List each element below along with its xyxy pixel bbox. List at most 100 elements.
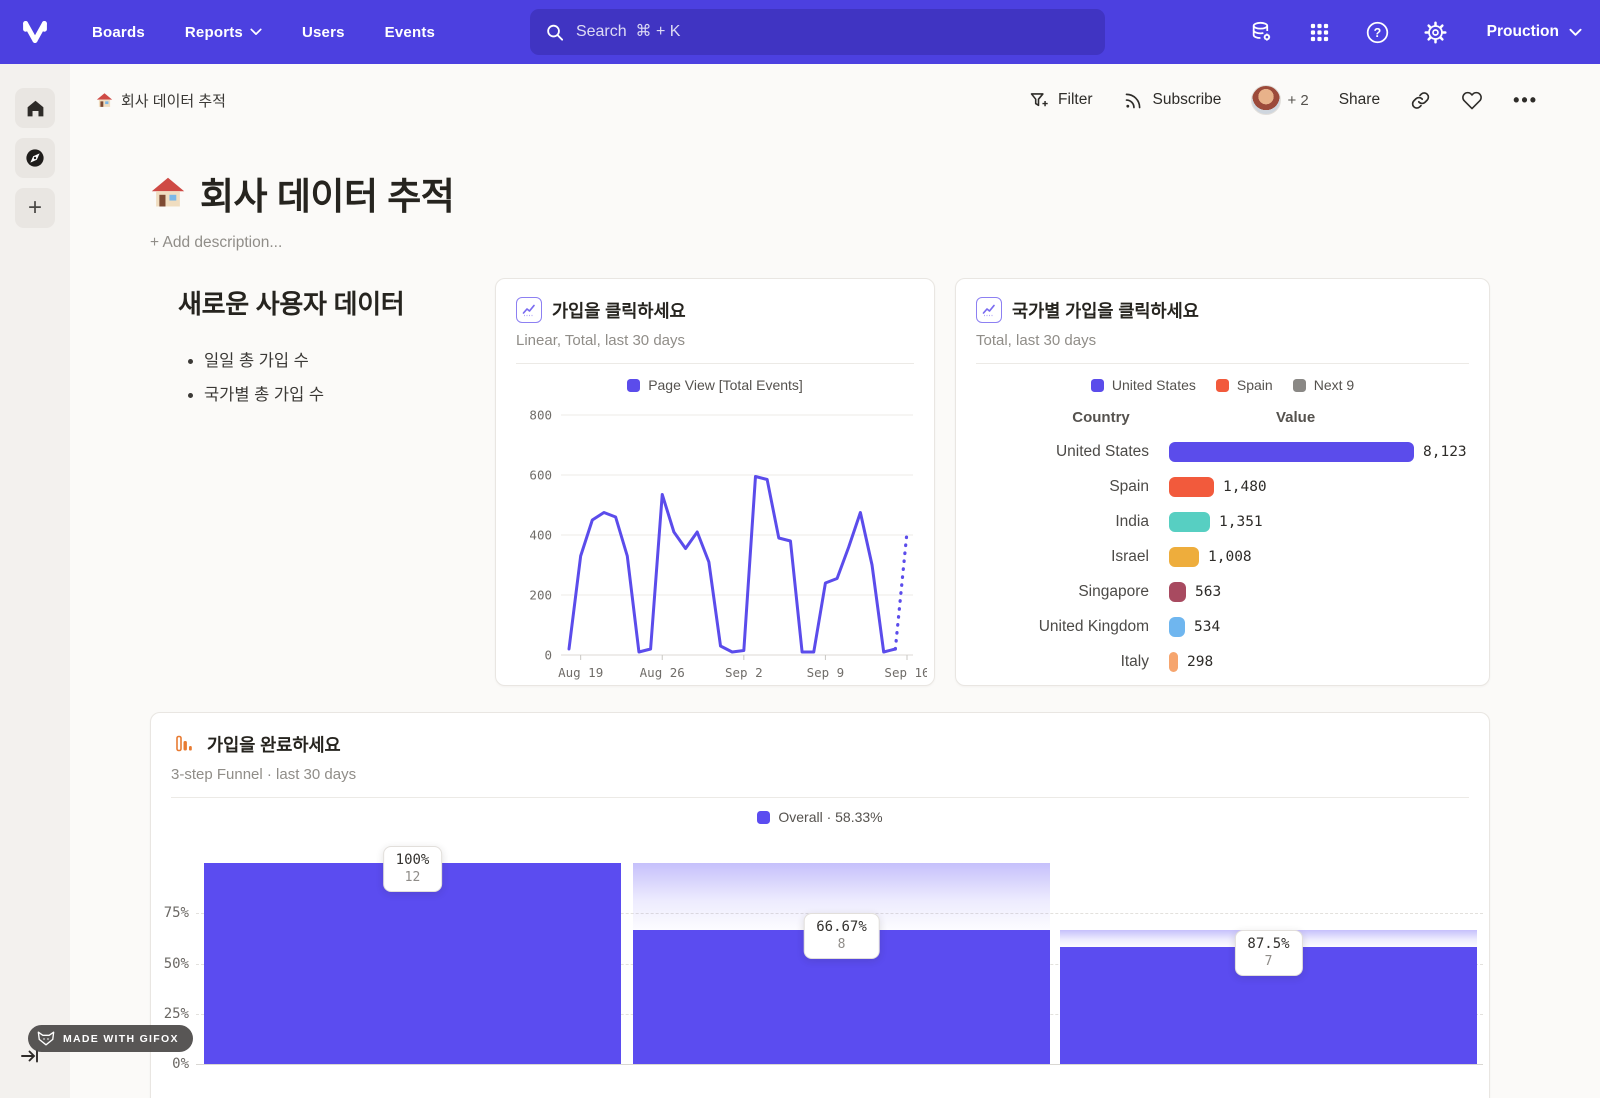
nav-item-reports[interactable]: Reports — [185, 24, 262, 41]
search-input[interactable] — [576, 23, 1089, 41]
nav-item-label: Boards — [92, 24, 145, 41]
breadcrumb-label: 회사 데이터 추적 — [121, 90, 226, 111]
value-label: 1,480 — [1223, 479, 1267, 495]
user-count: 7 — [1247, 954, 1289, 969]
bar-list: United States8,123 Spain 1,480 India1,351Is… — [956, 434, 1489, 686]
page-title[interactable]: 회사 데이터 추적 — [150, 166, 454, 220]
copy-link-button[interactable] — [1410, 90, 1431, 111]
chart-legend: Page View [Total Events] — [496, 377, 934, 393]
sidebar-item-add[interactable]: + — [15, 188, 55, 228]
add-description[interactable]: + Add description... — [150, 234, 454, 252]
nav-item-label: Reports — [185, 24, 243, 41]
country-label: Spain — [956, 478, 1149, 496]
bar-row-united-kingdom[interactable]: United Kingdom534 — [956, 609, 1489, 644]
data-management-icon[interactable] — [1249, 19, 1275, 45]
sidebar-item-discover[interactable] — [15, 138, 55, 178]
top-nav: Boards Reports Users Events — [0, 0, 1600, 64]
value-bar — [1169, 477, 1214, 497]
nav-item-events[interactable]: Events — [385, 24, 435, 41]
card-header: 가입을 클릭하세요 Linear, Total, last 30 days — [496, 279, 934, 364]
text-widget-heading: 새로운 사용자 데이터 — [178, 284, 468, 321]
line-chart-icon — [516, 297, 542, 323]
y-axis-label: 50% — [153, 956, 189, 972]
gridline — [196, 1064, 1483, 1065]
text-widget-list: 일일 총 가입 수국가별 총 가입 수 — [178, 347, 468, 405]
user-count: 8 — [816, 937, 867, 952]
apps-grid-icon[interactable] — [1307, 19, 1333, 45]
nav-item-users[interactable]: Users — [302, 24, 345, 41]
help-icon[interactable]: ? — [1365, 19, 1391, 45]
legend-swatch — [1091, 379, 1104, 392]
value-label: 298 — [1187, 654, 1213, 670]
legend-entry[interactable]: Page View [Total Events] — [627, 377, 803, 393]
page-title-text: 회사 데이터 추적 — [200, 166, 454, 220]
filter-button[interactable]: Filter — [1028, 90, 1092, 111]
conversion-pct: 100% — [396, 852, 430, 868]
favorite-button[interactable] — [1461, 90, 1483, 111]
funnel-bar-step-1[interactable] — [204, 863, 621, 1064]
mixpanel-logo[interactable] — [0, 17, 70, 47]
nav-items: Boards Reports Users Events — [92, 24, 435, 41]
bar-row-italy[interactable]: Italy298 — [956, 644, 1489, 679]
value-label: 1,008 — [1208, 549, 1252, 565]
text-widget[interactable]: 새로운 사용자 데이터 일일 총 가입 수국가별 총 가입 수 — [178, 284, 468, 415]
svg-text:Aug 26: Aug 26 — [640, 665, 685, 680]
breadcrumb[interactable]: 회사 데이터 추적 — [96, 90, 226, 111]
gifox-watermark: MADE WITH GIFOX — [28, 1025, 193, 1052]
value-label: 563 — [1195, 584, 1221, 600]
card-funnel[interactable]: 가입을 완료하세요 3-step Funnel · last 30 days O… — [150, 712, 1490, 1098]
country-label: India — [956, 513, 1149, 531]
left-rail: + — [0, 64, 70, 1098]
card-country-bars[interactable]: 국가별 가입을 클릭하세요 Total, last 30 days United… — [955, 278, 1490, 686]
bar-row-singapore[interactable]: Singapore 563 — [956, 574, 1489, 609]
board-members[interactable]: + 2 — [1251, 85, 1308, 115]
value-bar — [1169, 652, 1178, 672]
line-chart-icon — [976, 297, 1002, 323]
share-button[interactable]: Share — [1339, 91, 1380, 109]
more-options-icon[interactable]: ••• — [1513, 90, 1538, 111]
y-axis-label: 25% — [153, 1006, 189, 1022]
value-bar — [1169, 617, 1185, 637]
chevron-down-icon — [1569, 28, 1582, 37]
card-header: 국가별 가입을 클릭하세요 Total, last 30 days — [956, 279, 1489, 364]
bar-row-india[interactable]: India1,351 — [956, 504, 1489, 539]
subscribe-label: Subscribe — [1153, 91, 1222, 109]
legend-entry[interactable]: United States — [1091, 377, 1196, 393]
funnel-tooltip: 87.5%7 — [1234, 930, 1302, 976]
column-header-country: Country — [956, 409, 1186, 426]
sidebar-item-home[interactable] — [15, 88, 55, 128]
nav-right-cluster: ? Prouction — [1249, 0, 1582, 64]
svg-text:200: 200 — [529, 588, 552, 603]
subscribe-button[interactable]: Subscribe — [1123, 90, 1222, 111]
legend-entry[interactable]: Spain — [1216, 377, 1273, 393]
house-emoji — [150, 175, 186, 211]
country-label: United States — [956, 443, 1149, 461]
legend-label: Next 9 — [1314, 377, 1354, 393]
country-label: Singapore — [956, 583, 1149, 601]
share-label: Share — [1339, 91, 1380, 109]
card-title: 국가별 가입을 클릭하세요 — [1012, 298, 1199, 323]
funnel-chart: 75%50%25%0%100%1266.67%887.5%7 — [151, 713, 1490, 1098]
bar-row-united-states[interactable]: United States8,123 — [956, 434, 1489, 469]
board-toolbar: 회사 데이터 추적 Filter Subscribe + 2 — [70, 64, 1600, 136]
value-bar — [1169, 442, 1414, 462]
svg-text:400: 400 — [529, 528, 552, 543]
svg-text:Aug 19: Aug 19 — [558, 665, 603, 680]
gifox-label: MADE WITH GIFOX — [63, 1033, 179, 1045]
user-count: 12 — [396, 870, 430, 885]
card-line-chart[interactable]: 가입을 클릭하세요 Linear, Total, last 30 days Pa… — [495, 278, 935, 686]
bar-row-spain[interactable]: Spain 1,480 — [956, 469, 1489, 504]
legend-entry[interactable]: Next 9 — [1293, 377, 1354, 393]
conversion-pct: 66.67% — [816, 919, 867, 935]
bullet-item: 국가별 총 가입 수 — [204, 381, 468, 405]
avatar — [1251, 85, 1281, 115]
card-subtitle: Linear, Total, last 30 days — [516, 332, 914, 349]
chevron-down-icon — [250, 28, 262, 36]
project-switcher[interactable]: Prouction — [1481, 23, 1582, 41]
settings-gear-icon[interactable] — [1423, 19, 1449, 45]
nav-item-boards[interactable]: Boards — [92, 24, 145, 41]
search-bar[interactable] — [530, 9, 1105, 55]
bullet-item: 일일 총 가입 수 — [204, 347, 468, 371]
funnel-tooltip: 100% 12 — [383, 846, 443, 892]
bar-row-israel[interactable]: Israel1,008 — [956, 539, 1489, 574]
